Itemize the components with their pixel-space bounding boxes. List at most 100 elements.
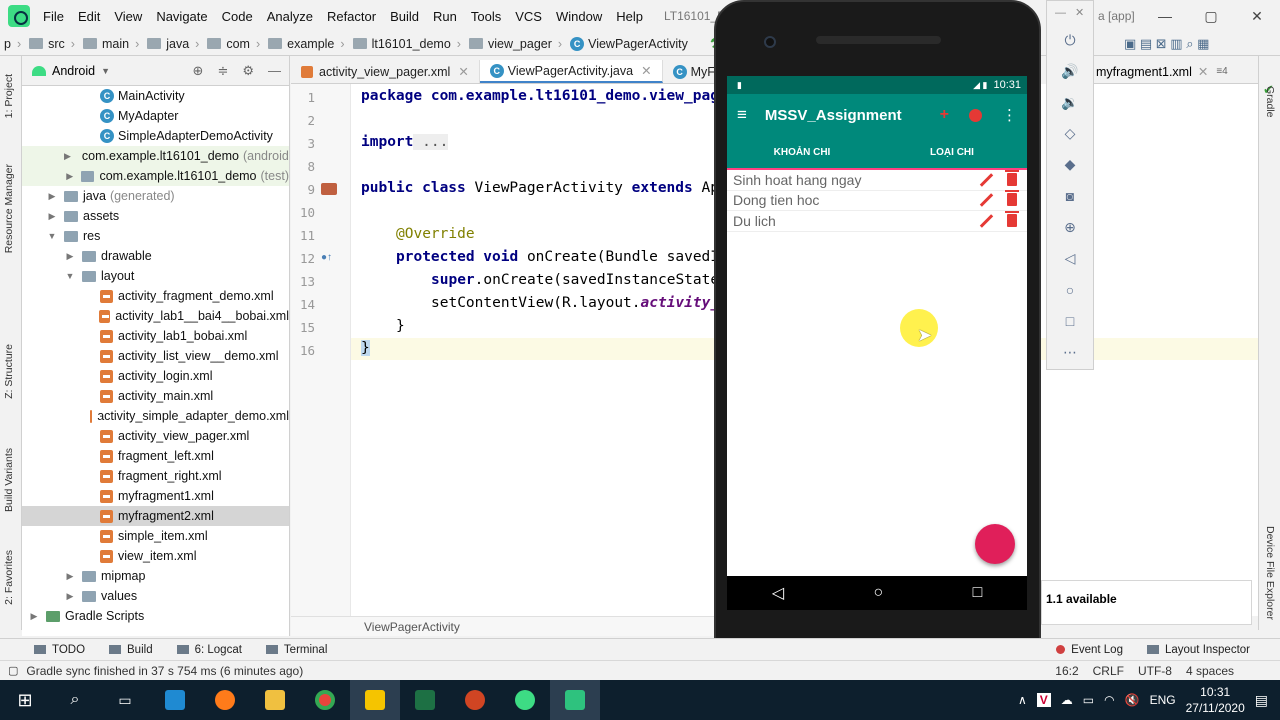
recents-icon[interactable]: □ xyxy=(973,584,983,602)
overview-icon[interactable]: □ xyxy=(1061,312,1079,330)
menu-help[interactable]: Help xyxy=(609,9,650,24)
tree-row[interactable]: fragment_left.xml xyxy=(22,446,289,466)
network-icon[interactable]: ▭ xyxy=(1083,693,1094,707)
overflow-menu-icon[interactable]: ⋮ xyxy=(1002,106,1017,124)
breadcrumb-example[interactable]: example › xyxy=(264,37,348,51)
favorites-tab[interactable]: 2: Favorites xyxy=(3,550,15,605)
update-notification[interactable]: 1.1 available xyxy=(1041,580,1252,625)
tree-row[interactable]: activity_fragment_demo.xml xyxy=(22,286,289,306)
menu-view[interactable]: View xyxy=(107,9,149,24)
menu-run[interactable]: Run xyxy=(426,9,464,24)
menu-navigate[interactable]: Navigate xyxy=(149,9,214,24)
home-icon[interactable]: ○ xyxy=(873,584,883,602)
breadcrumb-main[interactable]: main › xyxy=(79,37,143,51)
breadcrumb-src[interactable]: src › xyxy=(25,37,79,51)
breadcrumb-p[interactable]: p › xyxy=(0,37,25,51)
tree-row[interactable]: myfragment2.xml xyxy=(22,506,289,526)
close-icon[interactable]: ✕ xyxy=(1198,64,1208,79)
collapse-icon[interactable]: ≑ xyxy=(217,63,228,79)
taskbar-vscode[interactable] xyxy=(150,680,200,720)
home-icon[interactable]: ○ xyxy=(1061,281,1079,299)
close-icon[interactable]: ✕ xyxy=(458,64,468,79)
tree-row[interactable]: myfragment1.xml xyxy=(22,486,289,506)
trash-icon[interactable] xyxy=(1005,210,1019,227)
start-button[interactable]: ⊞ xyxy=(0,680,50,720)
project-view-selector[interactable]: Android xyxy=(52,64,95,78)
tree-row[interactable]: ▶ com.example.lt16101_demo (test) xyxy=(22,166,289,186)
event-log-tab[interactable]: Event Log xyxy=(1044,644,1135,656)
tree-row[interactable]: activity_lab1__bai4__bobai.xml xyxy=(22,306,289,326)
breadcrumb-view-pager[interactable]: view_pager › xyxy=(465,37,566,51)
maximize-icon[interactable]: ▢ xyxy=(1188,0,1234,32)
tab-myfragment1-xml[interactable]: myfragment1.xml ✕ ≡4 xyxy=(1094,60,1258,84)
floating-action-button[interactable] xyxy=(975,524,1015,564)
taskbar-powerpoint[interactable] xyxy=(450,680,500,720)
input-language[interactable]: ENG xyxy=(1150,693,1176,707)
tree-row[interactable]: activity_main.xml xyxy=(22,386,289,406)
chevron-right-icon[interactable]: ▶ xyxy=(28,611,40,622)
tray-expand-icon[interactable]: ∧ xyxy=(1018,693,1027,707)
indent-setting[interactable]: 4 spaces xyxy=(1186,664,1234,678)
list-item[interactable]: Du lich xyxy=(727,210,1027,232)
layout-inspector-tab[interactable]: Layout Inspector xyxy=(1135,644,1280,656)
cloud-icon[interactable]: ☁ xyxy=(1061,693,1073,707)
trash-icon[interactable] xyxy=(1005,169,1019,186)
locate-icon[interactable]: ⊕ xyxy=(193,63,204,79)
tree-row[interactable]: ▶ assets xyxy=(22,206,289,226)
build-tab[interactable]: Build xyxy=(97,644,165,656)
gradle-tab[interactable]: Gradle xyxy=(1264,86,1276,118)
chevron-down-icon[interactable]: ▼ xyxy=(46,231,58,241)
tree-row[interactable]: ▶ java (generated) xyxy=(22,186,289,206)
chevron-right-icon[interactable]: ▶ xyxy=(64,591,76,602)
tree-row[interactable]: ▶ mipmap xyxy=(22,566,289,586)
menu-icon[interactable]: ≡ xyxy=(737,105,747,125)
menu-vcs[interactable]: VCS xyxy=(508,9,549,24)
tree-row[interactable]: ▶ drawable xyxy=(22,246,289,266)
tree-row[interactable]: C MyAdapter xyxy=(22,106,289,126)
tree-row[interactable]: activity_view_pager.xml xyxy=(22,426,289,446)
line-separator[interactable]: CRLF xyxy=(1093,664,1124,678)
file-encoding[interactable]: UTF-8 xyxy=(1138,664,1172,678)
tree-row[interactable]: view_item.xml xyxy=(22,546,289,566)
tab-overflow-icon[interactable]: ≡4 xyxy=(1216,66,1227,77)
logcat-tab[interactable]: 6: Logcat xyxy=(165,644,254,656)
breadcrumb-java[interactable]: java › xyxy=(143,37,203,51)
menu-tools[interactable]: Tools xyxy=(464,9,508,24)
taskbar-excel[interactable] xyxy=(400,680,450,720)
trash-icon[interactable] xyxy=(1005,190,1019,207)
breadcrumb-viewpageractivity[interactable]: C ViewPagerActivity xyxy=(566,36,692,51)
wifi-icon[interactable]: ◠ xyxy=(1104,693,1114,707)
project-tab[interactable]: 1: Project xyxy=(3,74,15,118)
terminal-tab[interactable]: Terminal xyxy=(254,644,339,656)
add-icon[interactable]: + xyxy=(940,106,949,124)
taskbar-sticky[interactable] xyxy=(350,680,400,720)
structure-tab[interactable]: Z: Structure xyxy=(3,344,15,399)
tree-row[interactable]: activity_list_view__demo.xml xyxy=(22,346,289,366)
minimize-icon[interactable]: — xyxy=(1055,7,1066,19)
chevron-down-icon[interactable]: ▼ xyxy=(101,66,110,76)
caret-position[interactable]: 16:2 xyxy=(1055,664,1078,678)
power-icon[interactable]: ⏻ xyxy=(1061,31,1079,49)
volume-up-icon[interactable]: 🔊 xyxy=(1061,62,1079,80)
breadcrumb-com[interactable]: com › xyxy=(203,37,264,51)
menu-edit[interactable]: Edit xyxy=(71,9,107,24)
menu-file[interactable]: File xyxy=(36,9,71,24)
breadcrumb-lt16101-demo[interactable]: lt16101_demo › xyxy=(349,37,465,51)
volume-icon[interactable]: 🔇 xyxy=(1125,693,1140,707)
back-icon[interactable]: ◁ xyxy=(772,583,784,603)
taskbar-android-studio[interactable] xyxy=(500,680,550,720)
tray-app-icon[interactable]: V xyxy=(1036,693,1051,707)
list-item[interactable]: Dong tien hoc xyxy=(727,190,1027,211)
todo-tab[interactable]: TODO xyxy=(0,644,97,656)
gear-icon[interactable]: ⚙ xyxy=(242,63,254,79)
tab-khoan-chi[interactable]: KHOẢN CHI xyxy=(727,136,877,168)
taskbar-emulator[interactable] xyxy=(550,680,600,720)
edit-icon[interactable] xyxy=(979,193,993,207)
edit-icon[interactable] xyxy=(979,173,993,187)
edit-icon[interactable] xyxy=(979,214,993,228)
build-variants-tab[interactable]: Build Variants xyxy=(3,448,15,512)
close-icon[interactable]: ✕ xyxy=(1234,0,1280,32)
resource-manager-tab[interactable]: Resource Manager xyxy=(3,164,15,253)
chevron-right-icon[interactable]: ▶ xyxy=(64,171,75,182)
tree-row[interactable]: C SimpleAdapterDemoActivity xyxy=(22,126,289,146)
